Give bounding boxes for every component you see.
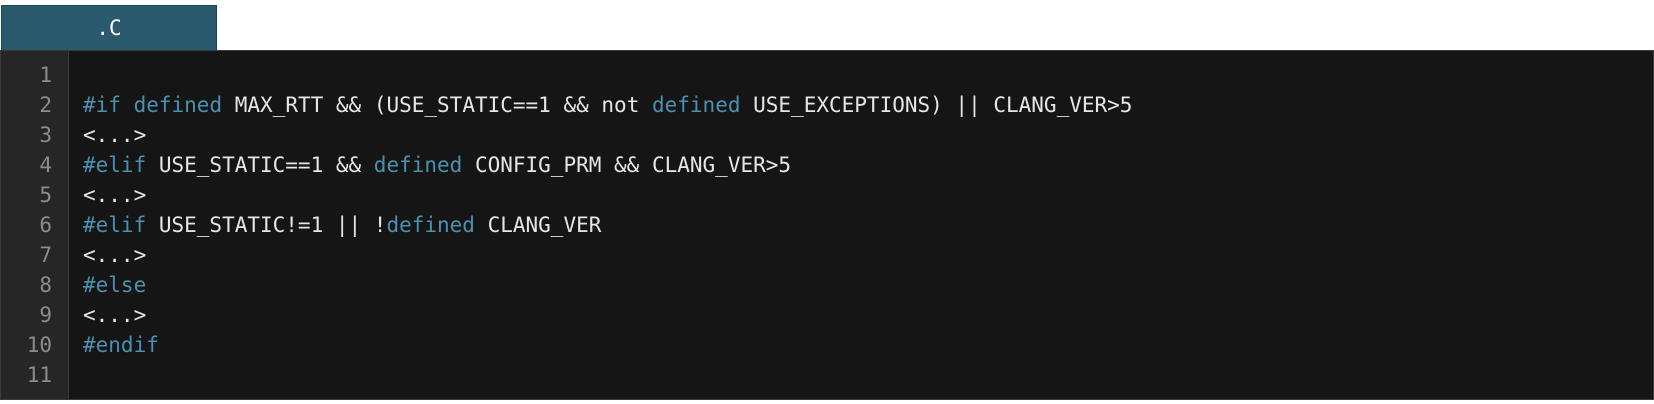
- code-line[interactable]: <...>: [83, 120, 1653, 150]
- code-line[interactable]: #elif USE_STATIC==1 && defined CONFIG_PR…: [83, 150, 1653, 180]
- code-text: <...>: [83, 303, 147, 327]
- code-line[interactable]: #elif USE_STATIC!=1 || !defined CLANG_VE…: [83, 210, 1653, 240]
- code-line[interactable]: <...>: [83, 180, 1653, 210]
- code-line[interactable]: <...>: [83, 240, 1653, 270]
- line-number: 9: [39, 303, 52, 327]
- code-text: USE_STATIC==1 &&: [146, 153, 374, 177]
- line-number: 11: [26, 363, 52, 387]
- code-keyword: #elif: [83, 153, 147, 177]
- line-number: 4: [39, 153, 52, 177]
- code-line[interactable]: [83, 360, 1653, 390]
- line-number: 2: [39, 93, 52, 117]
- line-number: 3: [39, 123, 52, 147]
- code-area[interactable]: #if defined MAX_RTT && (USE_STATIC==1 &&…: [69, 51, 1653, 399]
- line-number: 7: [39, 243, 52, 267]
- code-line[interactable]: <...>: [83, 300, 1653, 330]
- code-line[interactable]: #endif: [83, 330, 1653, 360]
- code-text: USE_EXCEPTIONS) || CLANG_VER>5: [740, 93, 1133, 117]
- line-number-gutter: 1 2 3 4 5 6 7 8 9 10 11: [1, 51, 69, 399]
- code-line[interactable]: [83, 60, 1653, 90]
- code-text: <...>: [83, 123, 147, 147]
- code-keyword: defined: [133, 93, 223, 117]
- code-keyword: defined: [386, 213, 475, 237]
- code-keyword: defined: [651, 93, 741, 117]
- code-keyword: #else: [83, 273, 147, 297]
- line-number: 10: [26, 333, 52, 357]
- code-text: <...>: [83, 243, 147, 267]
- line-number: 5: [39, 183, 52, 207]
- code-line[interactable]: #else: [83, 270, 1653, 300]
- code-editor[interactable]: 1 2 3 4 5 6 7 8 9 10 11 #if defined MAX_RTT && (US…: [0, 50, 1654, 400]
- line-number: 1: [39, 63, 52, 87]
- code-text: MAX_RTT && (USE_STATIC==1 && not: [222, 93, 652, 117]
- code-text: CLANG_VER: [474, 213, 602, 237]
- line-number: 6: [39, 213, 52, 237]
- code-text: USE_STATIC!=1 || !: [146, 213, 387, 237]
- file-tab[interactable]: .C: [1, 5, 217, 50]
- code-text: CONFIG_PRM && CLANG_VER>5: [462, 153, 792, 177]
- code-text: <...>: [83, 183, 147, 207]
- file-tab-label: .C: [96, 16, 122, 40]
- code-line[interactable]: #if defined MAX_RTT && (USE_STATIC==1 &&…: [83, 90, 1653, 120]
- code-keyword: defined: [373, 153, 463, 177]
- line-number: 8: [39, 273, 52, 297]
- code-keyword: #endif: [83, 333, 159, 357]
- code-keyword: #if: [83, 93, 121, 117]
- code-keyword: #elif: [83, 213, 147, 237]
